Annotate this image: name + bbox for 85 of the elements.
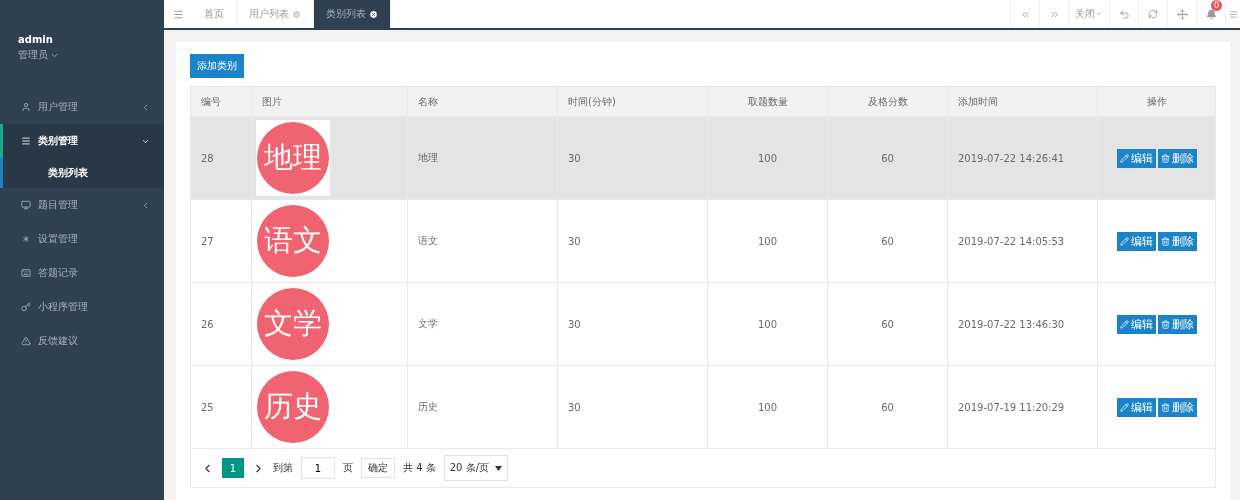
table-cell: 语文: [408, 199, 558, 282]
table-cell: 2019-07-22 14:26:41: [948, 116, 1098, 199]
pencil-icon: [1119, 236, 1129, 246]
sidebar-subitem[interactable]: 类别列表: [0, 158, 164, 188]
user-role[interactable]: 管理员: [18, 48, 146, 62]
trash-icon: [1160, 236, 1170, 246]
sidebar-item[interactable]: 设置管理: [0, 222, 164, 256]
monitor-icon: [21, 200, 31, 210]
table-cell: 30: [558, 365, 708, 448]
column-header: 图片: [252, 87, 408, 116]
table-cell: 30: [558, 282, 708, 365]
table-cell: 2019-07-22 14:05:53: [948, 199, 1098, 282]
column-header: 编号: [191, 87, 252, 116]
goto-label: 到第: [273, 461, 293, 475]
pencil-icon: [1119, 319, 1129, 329]
table-cell: 60: [828, 199, 948, 282]
table-cell: 30: [558, 116, 708, 199]
page-number[interactable]: 1: [222, 458, 244, 478]
table-cell: 60: [828, 282, 948, 365]
table-cell: 60: [828, 116, 948, 199]
pencil-icon: [1119, 153, 1129, 163]
bell-icon[interactable]: [1205, 8, 1217, 20]
total-count: 共 4 条: [403, 461, 436, 475]
sidebar-item[interactable]: 题目管理: [0, 188, 164, 222]
menu-icon: [21, 136, 31, 146]
table-cell: 60: [828, 365, 948, 448]
menu-icon[interactable]: [1225, 0, 1240, 28]
delete-button[interactable]: 删除: [1157, 397, 1197, 417]
user-name: admin: [18, 34, 54, 45]
delete-button[interactable]: 删除: [1157, 314, 1197, 334]
keyboard-icon: [21, 268, 31, 278]
caret-icon: [1095, 10, 1103, 18]
column-header: 取题数量: [708, 87, 828, 116]
add-category-button[interactable]: 添加类别: [190, 54, 244, 78]
delete-button[interactable]: 删除: [1157, 148, 1197, 168]
column-header: 名称: [408, 87, 558, 116]
table-cell: 地理: [408, 116, 558, 199]
table-cell: 30: [558, 199, 708, 282]
edit-button[interactable]: 编辑: [1116, 148, 1156, 168]
table-cell: 28: [191, 116, 252, 199]
category-image: 地理: [257, 122, 329, 194]
column-header: 及格分数: [828, 87, 948, 116]
user-icon: [21, 102, 31, 112]
table-cell: 2019-07-22 13:46:30: [948, 282, 1098, 365]
edit-button[interactable]: 编辑: [1116, 231, 1156, 251]
close-menu[interactable]: 关闭: [1068, 0, 1109, 28]
caret-icon: [495, 465, 502, 471]
asterisk-icon: [21, 234, 31, 244]
table-cell: 历史: [408, 365, 558, 448]
table-cell: 25: [191, 365, 252, 448]
table-cell: 2019-07-19 11:20:29: [948, 365, 1098, 448]
edit-button[interactable]: 编辑: [1116, 397, 1156, 417]
delete-button[interactable]: 删除: [1157, 231, 1197, 251]
table-cell: 27: [191, 199, 252, 282]
trash-icon: [1160, 319, 1170, 329]
category-image: 语文: [257, 205, 329, 277]
category-image: 文学: [257, 288, 329, 360]
page-size-select[interactable]: 20 条/页: [443, 455, 508, 481]
trash-icon: [1160, 153, 1170, 163]
key-icon: [21, 302, 31, 312]
confirm-button[interactable]: 确定: [361, 458, 395, 478]
sidebar-item[interactable]: 小程序管理: [0, 290, 164, 324]
page-input[interactable]: 1: [301, 457, 335, 479]
warning-icon: [21, 336, 31, 346]
page-tab[interactable]: 类别列表: [314, 0, 391, 28]
table-cell: 100: [708, 199, 828, 282]
notification-badge: 0: [1211, 0, 1223, 11]
table-cell: 100: [708, 116, 828, 199]
page-label: 页: [343, 461, 353, 475]
category-image: 历史: [257, 371, 329, 443]
sidebar-item[interactable]: 反馈建议: [0, 324, 164, 358]
table-cell: 26: [191, 282, 252, 365]
table-cell: 文学: [408, 282, 558, 365]
sidebar-item[interactable]: 答题记录: [0, 256, 164, 290]
column-header: 操作: [1098, 87, 1216, 116]
edit-button[interactable]: 编辑: [1116, 314, 1156, 334]
table-cell: 100: [708, 365, 828, 448]
trash-icon: [1160, 402, 1170, 412]
close-icon[interactable]: [369, 9, 378, 19]
sidebar-item[interactable]: 类别管理: [0, 124, 164, 158]
pencil-icon: [1119, 402, 1129, 412]
column-header: 添加时间: [948, 87, 1098, 116]
sidebar-item[interactable]: 用户管理: [0, 90, 164, 124]
column-header: 时间(分钟): [558, 87, 708, 116]
table-cell: 100: [708, 282, 828, 365]
